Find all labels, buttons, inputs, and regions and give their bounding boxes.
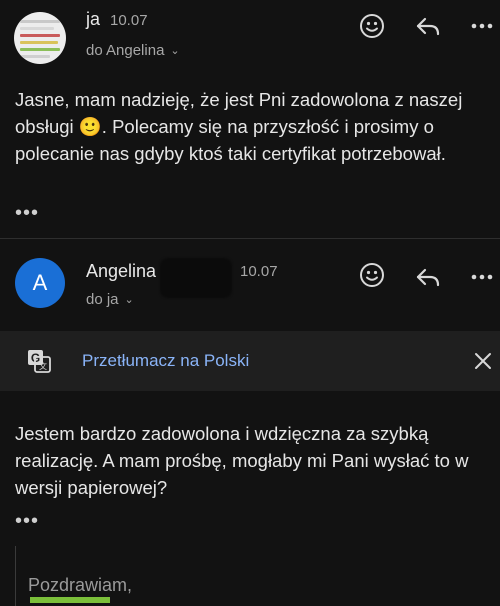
recipient-line[interactable]: do ja ⌄ <box>86 291 134 308</box>
quoted-greeting: Pozdrawiam, <box>28 575 133 595</box>
chevron-down-icon: ⌄ <box>170 45 180 57</box>
emoji-reaction-icon <box>360 14 384 38</box>
sender-avatar[interactable]: A <box>15 258 65 308</box>
reply-icon <box>416 268 440 287</box>
quote-bar <box>15 546 16 606</box>
show-trimmed-content-button[interactable]: ••• <box>15 202 39 225</box>
message-date: 10.07 <box>240 263 278 280</box>
sender-avatar-thumbnail[interactable] <box>14 12 66 64</box>
recipient-label: do ja <box>86 291 119 308</box>
reply-icon <box>416 17 440 36</box>
more-options-icon <box>471 274 493 280</box>
show-trimmed-content-button[interactable]: ••• <box>15 510 39 533</box>
translate-link[interactable]: Przetłumacz na Polski <box>82 351 249 371</box>
message-body: Jasne, mam nadzieję, że jest Pni zadowol… <box>15 89 463 164</box>
emoji-reaction-button[interactable] <box>357 11 387 41</box>
redaction-mark <box>160 258 232 298</box>
emoji-reaction-button[interactable] <box>357 260 387 290</box>
close-icon <box>475 353 491 369</box>
close-translate-button[interactable] <box>468 346 498 376</box>
signature-highlight <box>30 597 110 603</box>
emoji-reaction-icon <box>360 263 384 287</box>
sender-name: Angelina <box>86 261 157 281</box>
svg-text:文: 文 <box>39 361 47 371</box>
recipient-label: do Angelina <box>86 42 165 59</box>
sender-name: ja <box>86 9 101 29</box>
translate-bar: G 文 Przetłumacz na Polski <box>0 331 500 391</box>
reply-button[interactable] <box>413 262 443 292</box>
translate-icon: G 文 <box>26 348 52 379</box>
reply-button[interactable] <box>413 11 443 41</box>
avatar-letter: A <box>32 270 48 295</box>
message-date: 10.07 <box>110 12 148 29</box>
more-options-icon <box>471 23 493 29</box>
more-options-button[interactable] <box>467 11 497 41</box>
message-divider <box>0 238 500 239</box>
chevron-down-icon: ⌄ <box>124 294 134 306</box>
message-body: Jestem bardzo zadowolona i wdzięczna za … <box>15 423 469 498</box>
recipient-line[interactable]: do Angelina ⌄ <box>86 42 180 59</box>
more-options-button[interactable] <box>467 262 497 292</box>
